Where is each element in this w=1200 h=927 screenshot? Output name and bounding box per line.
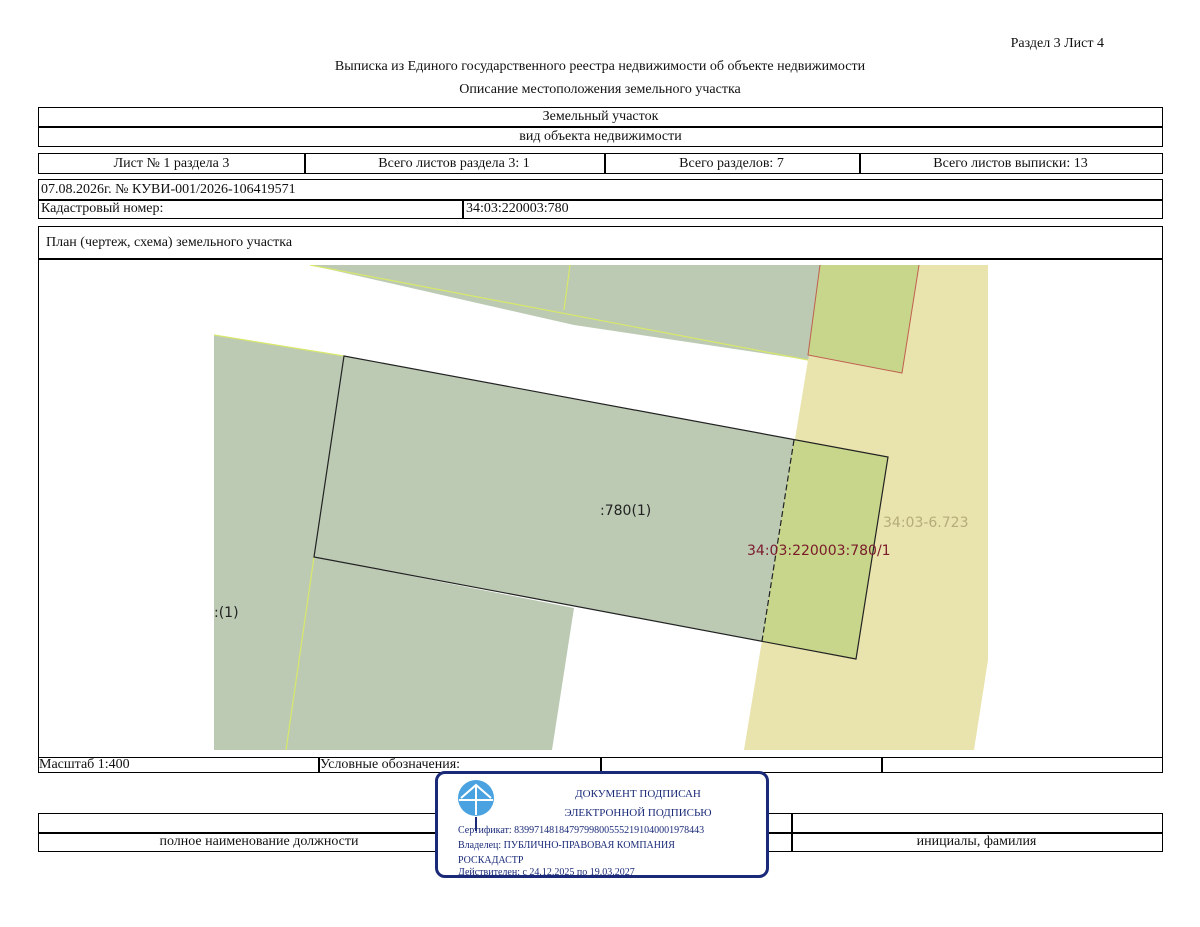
- main-parcel-label: :780(1): [600, 503, 651, 519]
- sheet-number: Лист № 1 раздела 3: [113, 156, 230, 171]
- sub-parcel-label: 34:03:220003:780/1: [747, 543, 891, 559]
- stamp-owner: Владелец: ПУБЛИЧНО-ПРАВОВАЯ КОМПАНИЯ: [458, 840, 675, 851]
- electronic-signature-stamp: ДОКУМЕНТ ПОДПИСАН ЭЛЕКТРОННОЙ ПОДПИСЬЮ С…: [435, 771, 769, 878]
- cadastral-number-value: 34:03:220003:780: [466, 201, 569, 216]
- document-subtitle: Описание местоположения земельного участ…: [459, 82, 741, 97]
- rosreestr-emblem-icon: [458, 780, 494, 816]
- object-name: Земельный участок: [542, 109, 659, 124]
- extract-date-number: 07.08.2026г. № КУВИ-001/2026-106419571: [41, 182, 296, 197]
- object-kind-table: Земельный участок вид объекта недвижимос…: [38, 107, 1163, 147]
- sheet-info-table: Лист № 1 раздела 3 Всего листов раздела …: [38, 153, 1163, 174]
- total-sheets-section: Всего листов раздела 3: 1: [378, 156, 530, 171]
- zone-label: 34:03-6.723: [883, 515, 968, 531]
- cadastral-map-svg: :780(1) 34:03:220003:780/1 34:03-6.723 :…: [214, 265, 988, 750]
- total-sections: Всего разделов: 7: [679, 156, 784, 171]
- object-kind-caption: вид объекта недвижимости: [519, 129, 682, 144]
- cadastral-number-label: Кадастровый номер:: [41, 201, 164, 216]
- total-sheets-extract: Всего листов выписки: 13: [933, 156, 1088, 171]
- plan-title: План (чертеж, схема) земельного участка: [46, 235, 293, 250]
- section-sheet-number: Раздел 3 Лист 4: [1010, 36, 1104, 51]
- extract-info-table: 07.08.2026г. № КУВИ-001/2026-106419571 К…: [38, 179, 1163, 219]
- left-parcel-label: :(1): [214, 605, 239, 621]
- stamp-certificate: Сертификат: 8399714818479799800555219104…: [458, 825, 705, 836]
- legend-label: Условные обозначения:: [320, 757, 461, 772]
- stamp-line-2: ЭЛЕКТРОННОЙ ПОДПИСЬЮ: [564, 807, 712, 819]
- stamp-line-1: ДОКУМЕНТ ПОДПИСАН: [575, 788, 701, 800]
- cadastral-map: :780(1) 34:03:220003:780/1 34:03-6.723 :…: [214, 265, 988, 750]
- stamp-owner-org: РОСКАДАСТР: [458, 855, 524, 866]
- document-title: Выписка из Единого государственного реес…: [334, 59, 866, 74]
- map-scale: Масштаб 1:400: [39, 757, 130, 772]
- stamp-validity: Действителен: с 24.12.2025 по 19.03.2027: [458, 867, 635, 878]
- position-caption: полное наименование должности: [159, 834, 359, 849]
- name-caption: инициалы, фамилия: [916, 834, 1037, 849]
- neighbor-parcel-top-right: [808, 265, 919, 373]
